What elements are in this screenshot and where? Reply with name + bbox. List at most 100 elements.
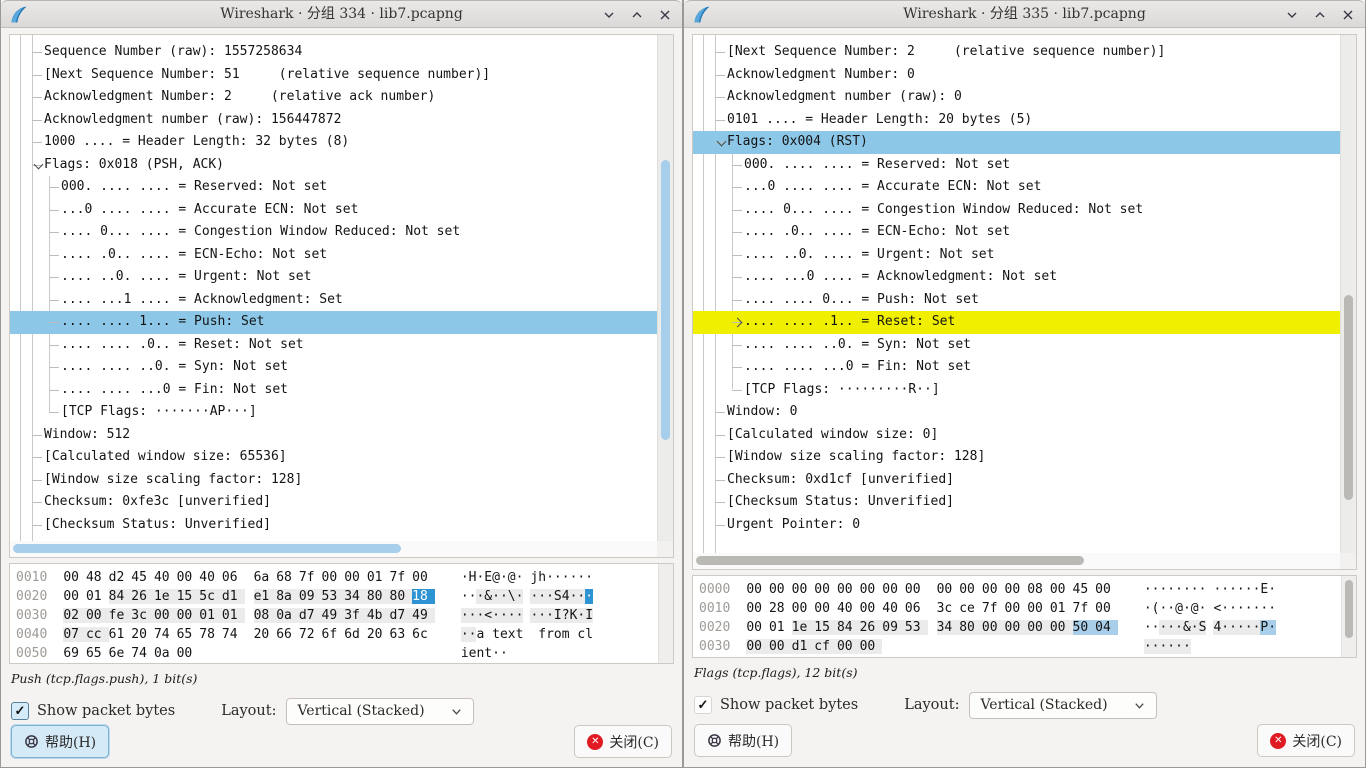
hex-byte[interactable]: 00 [1005, 582, 1028, 597]
ascii-char[interactable]: ? [562, 608, 570, 623]
scrollbar-thumb[interactable] [661, 160, 670, 440]
hex-byte[interactable]: 1e [792, 620, 815, 635]
hex-byte[interactable]: 01 [769, 620, 792, 635]
ascii-char[interactable]: · [538, 589, 546, 604]
ascii-char[interactable]: · [516, 570, 524, 585]
hex-byte[interactable]: 04 [1095, 620, 1118, 635]
tree-row[interactable]: .... .... 0... = Push: Not set [693, 289, 1340, 312]
ascii-char[interactable]: · [1237, 601, 1245, 616]
ascii-char[interactable]: · [1183, 639, 1191, 654]
tree-row[interactable]: 0101 .... = Header Length: 20 bytes (5) [693, 109, 1340, 132]
hex-byte[interactable]: 00 [860, 582, 883, 597]
tree-row[interactable]: .... ..0. .... = Urgent: Not set [693, 244, 1340, 267]
tree-row[interactable]: .... .... 1... = Push: Set [10, 311, 657, 334]
expander-closed-icon[interactable] [733, 318, 743, 328]
hex-byte[interactable]: 74 [131, 646, 154, 661]
tree-row[interactable]: .... .0.. .... = ECN-Echo: Not set [693, 221, 1340, 244]
ascii-char[interactable]: · [1221, 582, 1229, 597]
hex-byte[interactable]: 34 [344, 589, 367, 604]
hex-byte[interactable]: 00 [1095, 582, 1118, 597]
show-packet-bytes-checkbox[interactable]: ✓ [11, 702, 29, 720]
tree-horizontal-scrollbar[interactable] [693, 553, 1340, 569]
ascii-char[interactable]: t [492, 627, 500, 642]
ascii-char[interactable]: · [1144, 620, 1152, 635]
hex-byte[interactable]: 5c [199, 589, 222, 604]
ascii-char[interactable]: e [500, 627, 508, 642]
hex-byte[interactable]: 8a [276, 589, 299, 604]
hex-byte[interactable]: 53 [322, 589, 345, 604]
tree-row[interactable]: [Calculated window size: 65536] [10, 446, 657, 469]
hex-byte[interactable]: 06 [905, 601, 928, 616]
ascii-char[interactable]: h [538, 570, 546, 585]
hex-byte[interactable]: 01 [199, 608, 222, 623]
layout-select[interactable]: Vertical (Stacked) [969, 692, 1157, 719]
ascii-char[interactable]: · [538, 608, 546, 623]
hex-byte[interactable]: 48 [86, 570, 109, 585]
help-button[interactable]: 帮助(H) [11, 725, 109, 758]
hex-row[interactable]: 0020000184261e155cd1e18a095334808018···&… [16, 587, 658, 606]
ascii-char[interactable]: · [492, 589, 500, 604]
hex-byte[interactable]: 00 [860, 639, 883, 654]
ascii-char[interactable]: · [1167, 601, 1175, 616]
hex-byte[interactable]: 7f [390, 570, 413, 585]
hex-byte[interactable]: 65 [177, 627, 200, 642]
expander-open-icon[interactable] [34, 159, 44, 169]
hex-byte[interactable]: 07 [63, 627, 86, 642]
hex-byte[interactable]: 74 [222, 627, 245, 642]
hex-row[interactable]: 00100048d245400040066a687f0000017f00·H·E… [16, 568, 658, 587]
hex-byte[interactable]: 00 [154, 608, 177, 623]
hex-byte[interactable]: 4b [367, 608, 390, 623]
hex-byte[interactable]: 00 [177, 646, 200, 661]
hex-byte[interactable]: 49 [322, 608, 345, 623]
hex-byte[interactable]: 00 [792, 582, 815, 597]
ascii-char[interactable]: @ [1175, 601, 1183, 616]
ascii-char[interactable]: · [1199, 601, 1207, 616]
ascii-char[interactable]: · [1144, 582, 1152, 597]
hex-byte[interactable]: 26 [131, 589, 154, 604]
ascii-char[interactable]: · [492, 608, 500, 623]
hex-byte[interactable]: 00 [905, 582, 928, 597]
tree-row[interactable]: [Checksum Status: Unverified] [693, 491, 1340, 514]
tree-row[interactable]: Acknowledgment Number: 2 (relative ack n… [10, 86, 657, 109]
minimize-icon[interactable] [600, 6, 618, 24]
hex-byte[interactable]: 20 [254, 627, 277, 642]
hex-vertical-scrollbar[interactable] [658, 564, 673, 663]
ascii-char[interactable]: t [484, 646, 492, 661]
ascii-char[interactable]: · [585, 570, 593, 585]
hex-byte[interactable]: ce [959, 601, 982, 616]
ascii-char[interactable]: · [500, 570, 508, 585]
ascii-char[interactable]: · [500, 646, 508, 661]
ascii-char[interactable]: · [1191, 582, 1199, 597]
hex-byte[interactable]: 00 [746, 582, 769, 597]
hex-byte[interactable]: d1 [792, 639, 815, 654]
ascii-char[interactable]: · [1268, 601, 1276, 616]
hex-byte[interactable]: 00 [814, 601, 837, 616]
hex-byte[interactable]: 3f [344, 608, 367, 623]
ascii-char[interactable]: \ [508, 589, 516, 604]
ascii-char[interactable]: · [1183, 601, 1191, 616]
scrollbar-thumb[interactable] [1344, 295, 1353, 500]
ascii-char[interactable]: 4 [562, 589, 570, 604]
hex-byte[interactable]: 80 [390, 589, 413, 604]
hex-byte[interactable]: 01 [86, 589, 109, 604]
close-icon[interactable] [1339, 6, 1357, 24]
hex-byte[interactable]: 01 [367, 570, 390, 585]
packet-bytes-pane[interactable]: 00100048d245400040066a687f0000017f00·H·E… [9, 563, 674, 664]
ascii-char[interactable]: · [585, 589, 593, 604]
tree-row[interactable]: [Window size scaling factor: 128] [10, 469, 657, 492]
ascii-char[interactable]: · [1167, 639, 1175, 654]
ascii-char[interactable] [484, 627, 492, 642]
hex-byte[interactable]: 00 [1050, 582, 1073, 597]
hex-row[interactable]: 000000000000000000000000000008004500····… [699, 580, 1341, 599]
ascii-char[interactable]: · [562, 570, 570, 585]
hex-row[interactable]: 002000011e15842609533480000000005004····… [699, 618, 1341, 637]
packet-detail-tree[interactable]: Sequence Number (raw): 1557258634[Next S… [9, 34, 674, 558]
ascii-char[interactable]: · [1144, 639, 1152, 654]
hex-byte[interactable]: 00 [959, 582, 982, 597]
ascii-char[interactable]: · [1199, 582, 1207, 597]
hex-row[interactable]: 00300200fe3c00000101080ad7493f4bd749···<… [16, 606, 658, 625]
ascii-char[interactable]: · [461, 589, 469, 604]
hex-byte[interactable]: 1e [154, 589, 177, 604]
hex-byte[interactable]: 6d [344, 627, 367, 642]
tree-row[interactable]: Checksum: 0xfe3c [unverified] [10, 491, 657, 514]
